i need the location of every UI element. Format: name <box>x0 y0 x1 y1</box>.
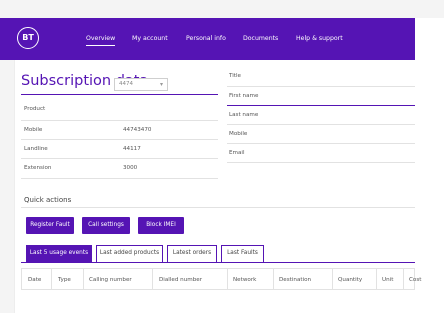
nav-my-account[interactable]: My account <box>132 35 168 42</box>
first-name-label: First name <box>229 93 259 99</box>
column-header-network[interactable]: Network <box>233 277 256 283</box>
nav-personal-info[interactable]: Personal info <box>186 35 226 42</box>
mobile-value: 44743470 <box>123 127 152 133</box>
mobile-field-label: Mobile <box>229 131 248 137</box>
product-label: Product <box>24 106 46 112</box>
column-separator <box>83 268 84 290</box>
column-header-type[interactable]: Type <box>58 277 71 283</box>
title-field-label: Title <box>229 73 241 79</box>
column-header-dialled-number[interactable]: Dialled number <box>159 277 202 283</box>
column-separator <box>273 268 274 290</box>
row-divider <box>227 162 415 163</box>
nav-documents[interactable]: Documents <box>243 35 278 42</box>
nav-help-support[interactable]: Help & support <box>296 35 343 42</box>
block-imei-button[interactable]: Block IMEI <box>138 217 184 234</box>
account-select[interactable]: 4474 ▾ <box>114 78 168 91</box>
row-divider <box>21 158 218 159</box>
row-divider <box>21 178 218 179</box>
column-header-destination[interactable]: Destination <box>279 277 311 283</box>
column-header-quantity[interactable]: Quantity <box>338 277 362 283</box>
row-divider <box>227 143 415 144</box>
tab-last-usage-events[interactable]: Last 5 usage events <box>26 245 92 262</box>
column-separator <box>51 268 52 290</box>
landline-label: Landline <box>24 146 48 152</box>
bt-logo[interactable]: BT <box>17 27 39 49</box>
title-underline <box>21 94 218 95</box>
tab-underline <box>21 262 415 263</box>
register-fault-button[interactable]: Register Fault <box>26 217 74 234</box>
column-separator <box>376 268 377 290</box>
last-name-label: Last name <box>229 112 259 118</box>
row-divider <box>227 86 415 87</box>
chevron-down-icon: ▾ <box>159 81 163 88</box>
section-divider <box>21 207 415 208</box>
column-header-cost[interactable]: Cost <box>409 277 421 283</box>
row-divider <box>227 124 415 125</box>
account-select-value: 4474 <box>119 81 133 87</box>
row-divider-accent <box>227 105 415 106</box>
column-separator <box>332 268 333 290</box>
column-header-unit[interactable]: Unit <box>382 277 393 283</box>
column-header-date[interactable]: Date <box>28 277 41 283</box>
extension-value: 3000 <box>123 165 138 171</box>
top-navigation-bar: BT Overview My account Personal info Doc… <box>0 18 415 60</box>
nav-overview[interactable]: Overview <box>86 35 116 46</box>
column-separator <box>152 268 153 290</box>
mobile-label: Mobile <box>24 127 43 133</box>
call-settings-button[interactable]: Call settings <box>82 217 130 234</box>
column-separator <box>403 268 404 290</box>
landline-value: 44117 <box>123 146 141 152</box>
tab-last-faults[interactable]: Last Faults <box>221 245 264 262</box>
column-header-calling-number[interactable]: Calling number <box>89 277 132 283</box>
column-separator <box>227 268 228 290</box>
tab-latest-orders[interactable]: Latest orders <box>167 245 217 262</box>
row-divider <box>21 120 218 121</box>
row-divider <box>21 139 218 140</box>
tab-last-added-products[interactable]: Last added products <box>96 245 163 262</box>
extension-label: Extension <box>24 165 52 171</box>
quick-actions-heading: Quick actions <box>24 196 72 204</box>
email-field-label: Email <box>229 150 245 156</box>
